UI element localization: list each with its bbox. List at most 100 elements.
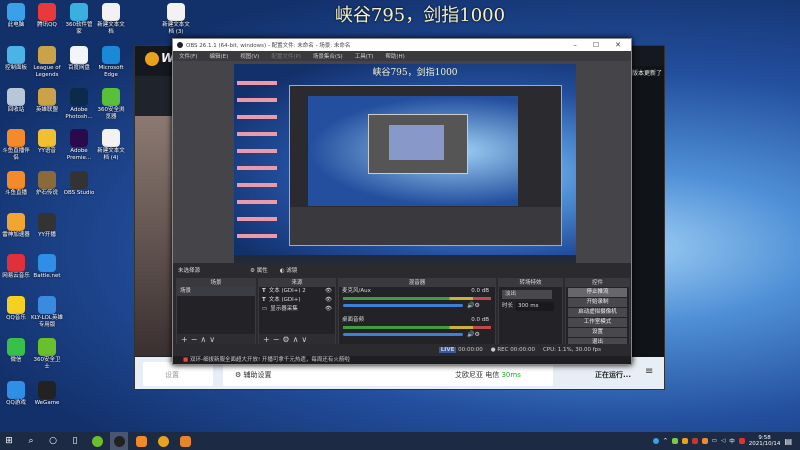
close-button[interactable]: ✕: [615, 41, 621, 49]
desktop-icon[interactable]: 英雄联盟: [31, 88, 63, 114]
desktop-icon-label: 微信: [10, 357, 22, 363]
search-icon[interactable]: ⌕: [22, 432, 40, 450]
taskbar-app-360[interactable]: [88, 432, 106, 450]
desktop-icon-label: 网易云音乐: [2, 273, 30, 279]
properties-button[interactable]: ⚙ 属性: [250, 266, 268, 274]
taskbar-app-obs[interactable]: [110, 432, 128, 450]
system-tray: ^ ▭ ◁ 中 9:58 2021/10/14 ▤: [653, 435, 800, 447]
settings-button[interactable]: 设置: [568, 328, 627, 337]
cortana-icon[interactable]: ○: [44, 432, 62, 450]
desktop-icon[interactable]: 控制面板: [0, 46, 32, 72]
app-icon: [70, 3, 88, 21]
source-item[interactable]: ▭ 显示器采集 👁: [259, 305, 335, 314]
app-icon: [7, 338, 25, 356]
live-status: LIVE 00:00:00: [438, 347, 483, 353]
tray-app-icon[interactable]: [738, 438, 745, 444]
desktop-icon[interactable]: 网易云音乐: [0, 254, 32, 280]
no-source-label: 未选择源: [178, 268, 201, 274]
desktop-icon[interactable]: 斗鱼直播伴侣: [0, 129, 32, 162]
menu-item[interactable]: 视图(V): [240, 52, 259, 60]
speaker-icon[interactable]: 🔊⚙: [467, 302, 480, 309]
preview-taskbar: [234, 255, 576, 263]
desktop-icon[interactable]: 360软件管家: [63, 3, 95, 36]
show-hidden-icons[interactable]: ^: [663, 438, 668, 444]
minimize-button[interactable]: –: [573, 41, 577, 49]
desktop-icon[interactable]: 360安全卫士: [31, 338, 63, 371]
source-item[interactable]: T 文本 (GDI+) 2 👁: [259, 287, 335, 296]
menu-item[interactable]: 编辑(E): [209, 52, 228, 60]
scene-item[interactable]: 场景: [177, 287, 255, 296]
menu-item[interactable]: 配置文件(P): [271, 52, 301, 60]
desktop-icon[interactable]: QQ游戏: [0, 381, 32, 407]
desktop-icon[interactable]: 新建文本文档 (3): [160, 3, 192, 36]
desktop-icon[interactable]: 雷神加速器: [0, 213, 32, 239]
desktop-icon[interactable]: 新建文本文档 (4): [95, 129, 127, 162]
menu-item[interactable]: 场景集合(S): [313, 52, 343, 60]
speaker-icon[interactable]: 🔊⚙: [467, 331, 480, 338]
preview-nested-obs: [289, 85, 562, 246]
menu-icon[interactable]: ≡: [645, 366, 653, 377]
desktop-icon[interactable]: 微信: [0, 338, 32, 364]
taskbar-app-wegame[interactable]: [154, 432, 172, 450]
network-icon[interactable]: ▭: [712, 438, 717, 444]
app-icon: [38, 338, 56, 356]
desktop-icon[interactable]: 此电脑: [0, 3, 32, 29]
desktop-icon[interactable]: 腾讯QQ: [31, 3, 63, 29]
obs-window[interactable]: OBS 26.1.1 (64-bit, windows) - 配置文件: 未命名…: [172, 38, 632, 365]
desktop-icon[interactable]: KLY-LOL英雄专用版: [31, 296, 63, 329]
desktop-icon-label: OBS Studio: [63, 190, 95, 196]
tray-app-icon[interactable]: [671, 438, 678, 444]
rec-status: ● REC 00:00:00: [490, 347, 535, 353]
desktop-icon[interactable]: QQ音乐: [0, 296, 32, 322]
desktop-icon[interactable]: Adobe Photosh...: [63, 88, 95, 121]
clock[interactable]: 9:58 2021/10/14: [749, 435, 781, 447]
desktop-icon[interactable]: League of Legends: [31, 46, 63, 79]
app-icon: [38, 254, 56, 272]
desktop-icon[interactable]: OBS Studio: [63, 171, 95, 197]
assist-settings-button[interactable]: ⚙ 辅助设置: [235, 370, 272, 380]
maximize-button[interactable]: ☐: [593, 41, 599, 49]
desktop-icon[interactable]: YY语音: [31, 129, 63, 155]
preview-canvas[interactable]: 峡谷795，剑指1000: [234, 64, 576, 263]
status-bar: LIVE 00:00:00 ● REC 00:00:00 CPU: 1.1%, …: [173, 344, 631, 356]
volume-slider[interactable]: [343, 333, 463, 336]
desktop-icon[interactable]: 360安全浏览器: [95, 88, 127, 121]
taskbar-app-folder[interactable]: [132, 432, 150, 450]
app-icon: [38, 3, 56, 21]
server-select[interactable]: 艾欧尼亚 电信 30ms: [455, 370, 521, 380]
menu-item[interactable]: 文件(F): [179, 52, 197, 60]
duration-input[interactable]: 300 ms: [516, 302, 554, 311]
notification-icon[interactable]: ▤: [784, 437, 792, 446]
desktop-icon[interactable]: 新建文本文档: [95, 3, 127, 36]
volume-slider[interactable]: [343, 304, 463, 307]
desktop-icon[interactable]: Adobe Premie...: [63, 129, 95, 162]
start-virtual-camera-button[interactable]: 启动虚拟摄像机: [568, 308, 627, 317]
stop-streaming-button[interactable]: 停止推流: [568, 288, 627, 297]
sources-header: 来源: [259, 279, 335, 287]
desktop-icon[interactable]: WeGame: [31, 381, 63, 407]
taskbar-app-lol[interactable]: [176, 432, 194, 450]
ime-icon[interactable]: 中: [729, 437, 735, 445]
source-item[interactable]: T 文本 (GDI+) 👁: [259, 296, 335, 305]
desktop-icon[interactable]: 斗鱼直播: [0, 171, 32, 197]
start-button[interactable]: ⊞: [0, 432, 18, 450]
start-recording-button[interactable]: 开始录制: [568, 298, 627, 307]
desktop-icon[interactable]: 百度网盘: [63, 46, 95, 72]
menu-item[interactable]: 帮助(H): [385, 52, 404, 60]
volume-icon[interactable]: ◁: [721, 438, 725, 444]
tray-app-icon[interactable]: [691, 438, 698, 444]
desktop-icon[interactable]: 回收站: [0, 88, 32, 114]
transition-select[interactable]: 淡出: [502, 290, 552, 299]
desktop-icon[interactable]: 炉石传说: [31, 171, 63, 197]
tray-app-icon[interactable]: [653, 438, 660, 444]
menu-item[interactable]: 工具(T): [355, 52, 374, 60]
desktop-icon[interactable]: Battle.net: [31, 254, 63, 280]
filters-button[interactable]: ◐ 滤镜: [280, 266, 298, 274]
desktop-icon[interactable]: YY开播: [31, 213, 63, 239]
task-view-icon[interactable]: ▯: [66, 432, 84, 450]
desktop-icon[interactable]: Microsoft Edge: [95, 46, 127, 79]
tray-app-icon[interactable]: [681, 438, 688, 444]
studio-mode-button[interactable]: 工作室模式: [568, 318, 627, 327]
tray-app-icon[interactable]: [701, 438, 708, 444]
app-icon: [7, 3, 25, 21]
